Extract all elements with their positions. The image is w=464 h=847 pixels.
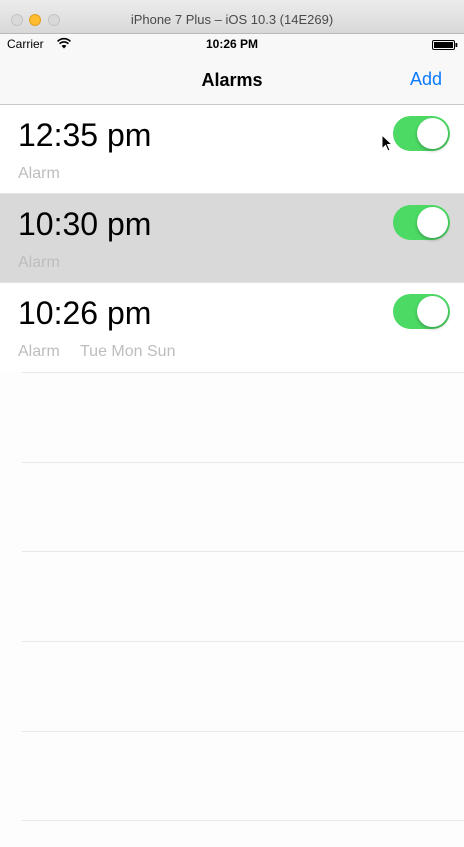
alarm-label: Alarm (18, 343, 60, 360)
table-separator (22, 820, 464, 821)
alarm-row[interactable]: 10:26 pm Alarm Tue Mon Sun (0, 283, 464, 372)
alarm-enabled-switch[interactable] (393, 294, 450, 329)
alarm-enabled-switch[interactable] (393, 116, 450, 151)
alarm-repeat-days: Tue Mon Sun (80, 343, 176, 360)
table-separator (22, 731, 464, 732)
status-bar: Carrier 10:26 PM (0, 34, 464, 56)
alarm-time: 10:26 pm (18, 295, 152, 331)
switch-knob (417, 296, 448, 327)
alarm-time: 10:30 pm (18, 206, 152, 242)
battery-icon (432, 40, 458, 50)
status-clock: 10:26 PM (205, 37, 259, 51)
table-separator (22, 462, 464, 463)
navigation-bar: Alarms Add (0, 56, 464, 105)
add-alarm-button[interactable]: Add (410, 69, 442, 90)
table-separator (22, 641, 464, 642)
alarm-label: Alarm (18, 254, 60, 271)
table-separator (22, 551, 464, 552)
page-title: Alarms (201, 70, 263, 90)
switch-knob (417, 207, 448, 238)
table-separator (22, 372, 464, 373)
window-title: iPhone 7 Plus – iOS 10.3 (14E269) (130, 12, 334, 27)
alarm-table: 12:35 pm Alarm 10:30 pm Alarm 10:26 pm A… (0, 105, 464, 372)
alarm-time: 12:35 pm (18, 117, 152, 153)
alarm-row[interactable]: 10:30 pm Alarm (0, 194, 464, 283)
alarm-label: Alarm (18, 165, 60, 182)
switch-knob (417, 118, 448, 149)
alarm-enabled-switch[interactable] (393, 205, 450, 240)
alarm-row[interactable]: 12:35 pm Alarm (0, 105, 464, 194)
simulator-title-bar: iPhone 7 Plus – iOS 10.3 (14E269) (0, 0, 464, 34)
mouse-pointer-icon (381, 134, 393, 152)
